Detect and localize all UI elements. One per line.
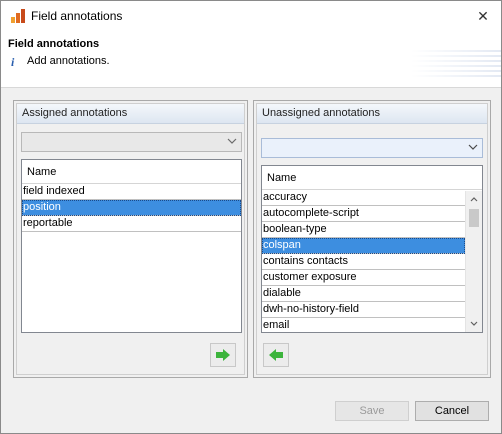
assigned-column-header[interactable]: Name <box>22 160 241 184</box>
unassigned-panel-title: Unassigned annotations <box>257 104 487 124</box>
unassign-button[interactable] <box>263 343 289 367</box>
scroll-down-button[interactable] <box>466 316 482 332</box>
list-item[interactable]: position <box>22 200 241 216</box>
header-title: Field annotations <box>8 38 100 50</box>
list-item[interactable]: dwh-no-history-field <box>262 302 465 318</box>
unassigned-filter-combo[interactable] <box>261 138 483 158</box>
app-icon <box>11 9 25 23</box>
assigned-panel: Assigned annotations Name field indexed p… <box>13 100 248 378</box>
assigned-list[interactable]: Name field indexed position reportable <box>21 159 242 333</box>
unassigned-column-header[interactable]: Name <box>262 166 482 190</box>
chevron-down-icon <box>468 144 478 150</box>
assign-button[interactable] <box>210 343 236 367</box>
arrow-left-icon <box>269 349 283 361</box>
assigned-panel-title: Assigned annotations <box>17 104 244 124</box>
list-item[interactable]: reportable <box>22 216 241 232</box>
arrow-right-icon <box>216 349 230 361</box>
list-item[interactable]: field indexed <box>22 184 241 200</box>
list-item[interactable]: customer exposure <box>262 270 465 286</box>
scroll-thumb[interactable] <box>469 209 479 227</box>
unassigned-scrollbar[interactable] <box>465 191 482 332</box>
unassigned-panel: Unassigned annotations Name accuracy auto… <box>253 100 491 378</box>
header-message: Add annotations. <box>27 55 110 67</box>
list-item[interactable]: dialable <box>262 286 465 302</box>
assigned-filter-combo[interactable] <box>21 132 242 152</box>
chevron-down-icon <box>227 138 237 144</box>
list-item[interactable]: contains contacts <box>262 254 465 270</box>
scroll-up-button[interactable] <box>466 191 482 207</box>
save-button[interactable]: Save <box>335 401 409 421</box>
close-icon: ✕ <box>477 7 489 24</box>
window-title: Field annotations <box>31 9 123 23</box>
cancel-button[interactable]: Cancel <box>415 401 489 421</box>
list-item[interactable]: accuracy <box>262 190 465 206</box>
list-item[interactable]: colspan <box>262 238 465 254</box>
dialog-header: Field annotations i Add annotations. <box>1 32 501 88</box>
list-item[interactable]: email <box>262 318 465 332</box>
chevron-down-icon <box>470 321 478 326</box>
dialog-window: Field annotations ✕ Field annotations i … <box>0 0 502 434</box>
decorative-stripes <box>411 50 501 80</box>
unassigned-list[interactable]: Name accuracy autocomplete-script boolean-… <box>261 165 483 333</box>
chevron-up-icon <box>470 197 478 202</box>
list-item[interactable]: autocomplete-script <box>262 206 465 222</box>
list-item[interactable]: boolean-type <box>262 222 465 238</box>
title-bar: Field annotations ✕ <box>1 1 501 32</box>
close-button[interactable]: ✕ <box>471 5 495 27</box>
info-icon: i <box>11 55 15 69</box>
